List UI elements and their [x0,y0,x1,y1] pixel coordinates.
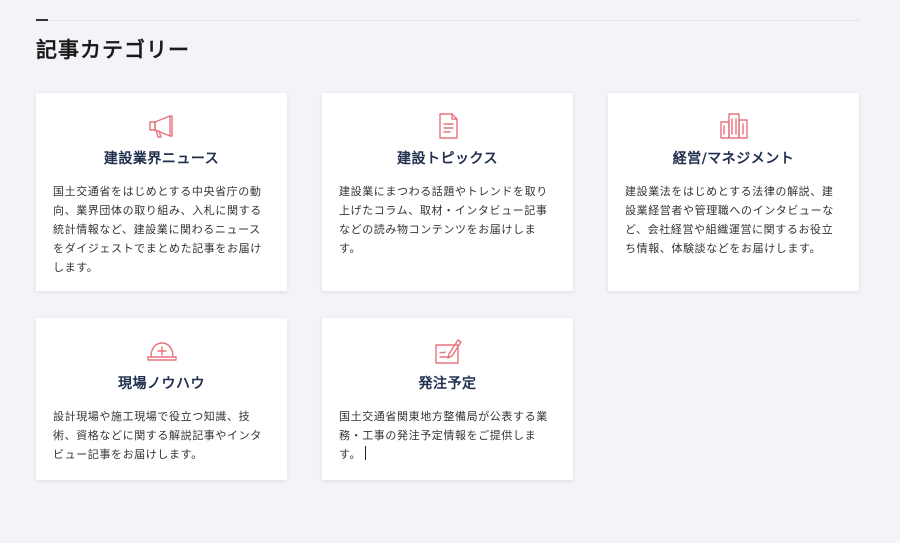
card-title: 発注予定 [418,376,477,392]
card-description: 建設業にまつわる話題やトレンドを取り上げたコラム、取材・インタビュー記事などの読… [339,185,548,255]
card-title: 建設業界ニュース [103,151,220,167]
card-description: 建設業法をはじめとする法律の解説、建設業経営者や管理職へのインタビューなど、会社… [625,185,834,255]
card-title: 経営/マネジメント [672,151,795,167]
card-title: 現場ノウハウ [118,376,205,392]
section-divider-accent [36,19,48,21]
text-cursor [365,446,367,460]
card-description: 国土交通省をはじめとする中央省庁の動向、業界団体の取り組み、入札に関する統計情報… [53,185,262,274]
category-card-site-knowhow[interactable]: 現場ノウハウ 設計現場や施工現場で役立つ知識、技術、資格などに関する解説記事やイ… [36,318,287,480]
megaphone-icon [146,110,178,142]
card-description: 国土交通省関東地方整備局が公表する業務・工事の発注予定情報をご提供します。 [339,410,548,461]
section-divider [36,20,860,21]
category-card-industry-news[interactable]: 建設業界ニュース 国土交通省をはじめとする中央省庁の動向、業界団体の取り組み、入… [36,93,287,291]
order-form-icon [432,335,464,367]
category-card-topics[interactable]: 建設トピックス 建設業にまつわる話題やトレンドを取り上げたコラム、取材・インタビ… [322,93,573,291]
section-title: 記事カテゴリー [36,38,190,62]
document-icon [432,110,464,142]
card-title: 建設トピックス [396,151,499,167]
card-description: 設計現場や施工現場で役立つ知識、技術、資格などに関する解説記事やインタビュー記事… [53,410,262,461]
category-card-management[interactable]: 経営/マネジメント 建設業法をはじめとする法律の解説、建設業経営者や管理職へのイ… [608,93,859,291]
hard-hat-icon [146,335,178,367]
category-card-order-schedule[interactable]: 発注予定 国土交通省関東地方整備局が公表する業務・工事の発注予定情報をご提供しま… [322,318,573,480]
building-icon [718,110,750,142]
